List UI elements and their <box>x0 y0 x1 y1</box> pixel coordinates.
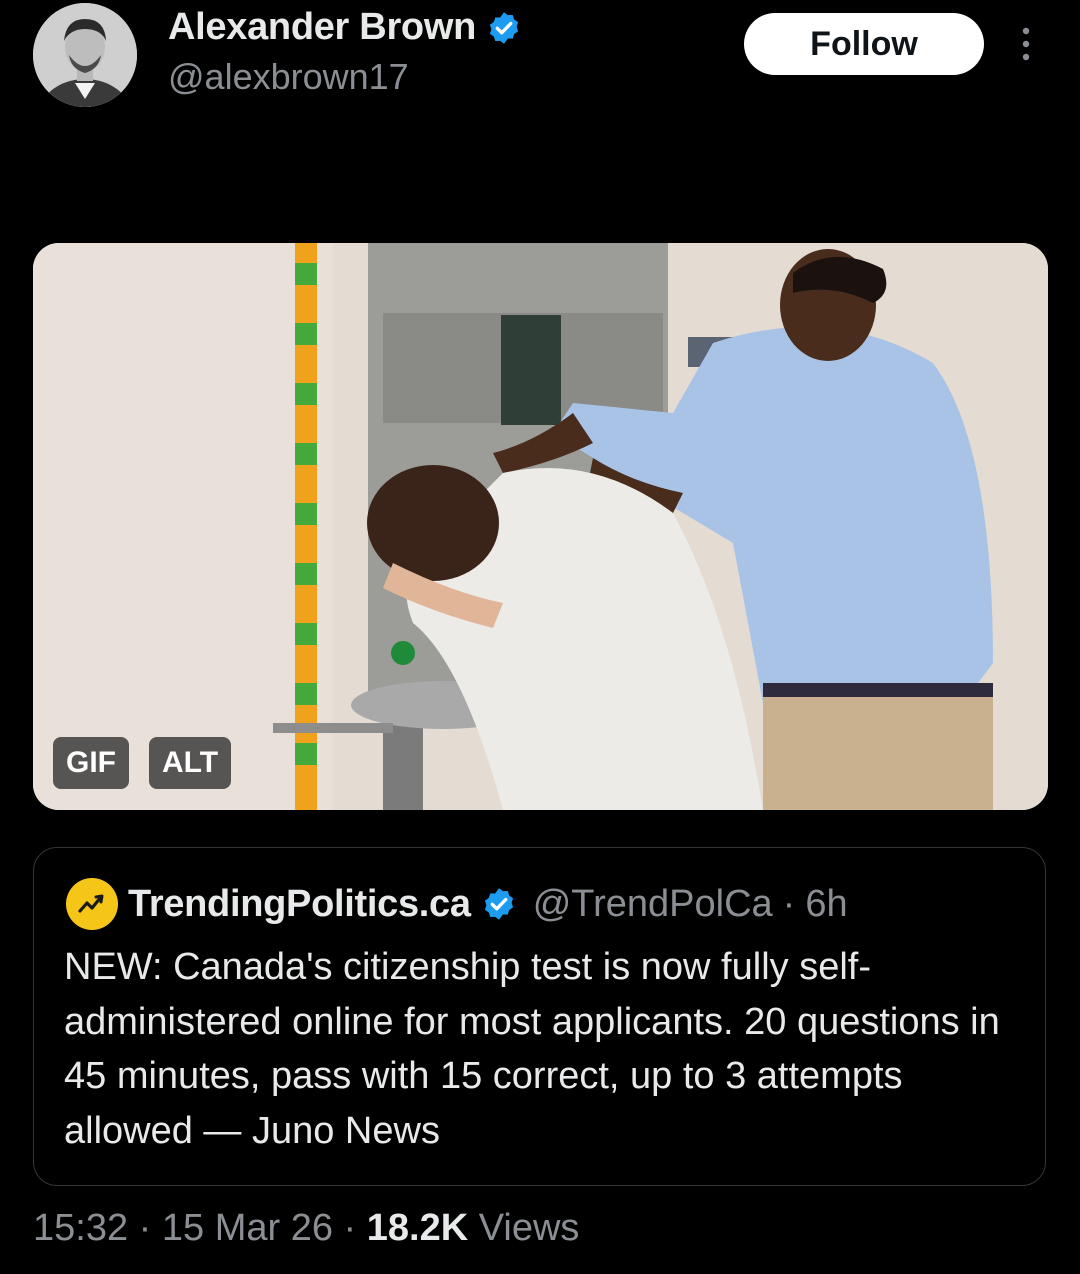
quoted-post-header: TrendingPolitics.ca @TrendPolCa · 6h <box>66 878 848 930</box>
quoted-author-handle[interactable]: @TrendPolCa <box>533 883 773 926</box>
gif-badge: GIF <box>53 737 129 789</box>
more-vertical-icon[interactable] <box>1012 22 1040 66</box>
media-gif[interactable]: GIF ALT <box>33 243 1048 810</box>
verified-badge-icon <box>489 11 519 44</box>
quoted-author-name[interactable]: TrendingPolitics.ca <box>128 883 471 926</box>
quoted-separator: · <box>782 882 796 925</box>
author-handle[interactable]: @alexbrown17 <box>168 56 409 98</box>
meta-separator: · <box>343 1207 357 1249</box>
author-avatar[interactable] <box>33 3 137 107</box>
post-time[interactable]: 15:32 <box>33 1207 128 1249</box>
verified-badge-icon <box>484 888 513 920</box>
views-count[interactable]: 18.2K <box>367 1207 468 1249</box>
views-label: Views <box>478 1207 580 1249</box>
meta-separator: · <box>138 1207 152 1249</box>
alt-text-badge[interactable]: ALT <box>149 737 232 789</box>
quoted-post-time[interactable]: 6h <box>805 883 847 926</box>
quoted-post-text: NEW: Canada's citizenship test is now fu… <box>64 946 1000 1152</box>
author-name-row: Alexander Brown <box>168 6 522 49</box>
post-date[interactable]: 15 Mar 26 <box>162 1207 333 1249</box>
trendingpolitics-logo-icon <box>66 878 118 930</box>
follow-button[interactable]: Follow <box>744 13 984 75</box>
gif-frame-illustration <box>33 243 1048 810</box>
author-name[interactable]: Alexander Brown <box>168 6 476 49</box>
quoted-post[interactable]: TrendingPolitics.ca @TrendPolCa · 6h NEW… <box>33 847 1046 1186</box>
post-meta: 15:32 · 15 Mar 26 · 18.2K Views <box>33 1207 579 1250</box>
